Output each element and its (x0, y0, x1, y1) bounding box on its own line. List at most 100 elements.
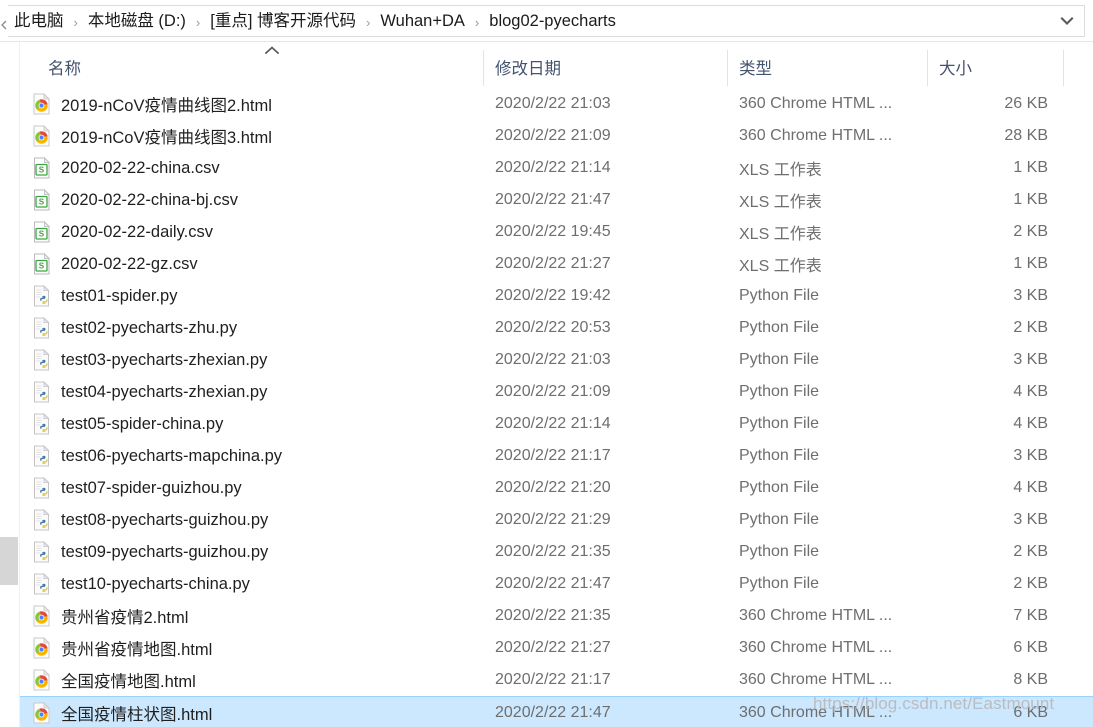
file-type-cell: Python File (739, 319, 820, 336)
file-name-cell[interactable]: test01-spider.py (32, 280, 177, 312)
table-row[interactable]: S 2020-02-22-china-bj.csv 2020/2/22 21:47 X… (20, 184, 1093, 216)
table-row[interactable]: 2019-nCoV疫情曲线图3.html 2020/2/22 21:09 360 C… (20, 120, 1093, 152)
table-row[interactable]: test10-pyecharts-china.py 2020/2/22 21:47… (20, 568, 1093, 600)
svg-text:S: S (39, 165, 45, 174)
file-name-cell[interactable]: test07-spider-guizhou.py (32, 472, 242, 504)
file-date-modified-cell: 2020/2/22 19:42 (495, 287, 611, 304)
column-header-name[interactable]: 名称 (48, 55, 81, 79)
file-size-cell: 3 KB (1013, 511, 1048, 528)
file-date-modified-cell: 2020/2/22 20:53 (495, 319, 611, 336)
file-size-cell: 4 KB (1013, 479, 1048, 496)
file-name-cell[interactable]: S 2020-02-22-daily.csv (32, 216, 213, 248)
file-date-modified-cell: 2020/2/22 21:47 (495, 191, 611, 208)
file-name-label: test02-pyecharts-zhu.py (61, 318, 238, 337)
column-divider-4[interactable] (1063, 50, 1064, 86)
file-name-cell[interactable]: test08-pyecharts-guizhou.py (32, 504, 268, 536)
file-size-cell: 2 KB (1013, 223, 1048, 240)
column-divider-2[interactable] (727, 50, 728, 86)
table-row[interactable]: 全国疫情地图.html 2020/2/22 21:17 360 Chrome HTM… (20, 664, 1093, 696)
breadcrumb-item-0[interactable]: 此电脑 (12, 13, 66, 30)
csv-spreadsheet-file-icon: S (32, 157, 52, 179)
table-row[interactable]: test05-spider-china.py 2020/2/22 21:14 Pyt… (20, 408, 1093, 440)
file-size-cell: 7 KB (1013, 607, 1048, 624)
table-row[interactable]: test03-pyecharts-zhexian.py 2020/2/22 21:… (20, 344, 1093, 376)
file-name-cell[interactable]: 2019-nCoV疫情曲线图2.html (32, 88, 272, 120)
file-type-cell: Python File (739, 447, 820, 464)
python-file-icon (32, 477, 52, 499)
file-name-label: 贵州省疫情2.html (61, 609, 189, 627)
file-name-cell[interactable]: test10-pyecharts-china.py (32, 568, 250, 600)
file-size-cell: 6 KB (1013, 639, 1048, 656)
column-divider-1[interactable] (483, 50, 484, 86)
csv-spreadsheet-file-icon: S (32, 221, 52, 243)
breadcrumb-item-4[interactable]: blog02-pyecharts (487, 13, 618, 30)
table-row[interactable]: test09-pyecharts-guizhou.py 2020/2/22 21:… (20, 536, 1093, 568)
file-name-cell[interactable]: S 2020-02-22-china-bj.csv (32, 184, 238, 216)
table-row[interactable]: 2019-nCoV疫情曲线图2.html 2020/2/22 21:03 360 C… (20, 88, 1093, 120)
file-size-cell: 1 KB (1013, 255, 1048, 272)
table-row[interactable]: test07-spider-guizhou.py 2020/2/22 21:20 P… (20, 472, 1093, 504)
svg-text:S: S (39, 197, 45, 206)
chrome-html-file-icon (32, 93, 52, 115)
file-size-cell: 3 KB (1013, 447, 1048, 464)
file-type-cell: XLS 工作表 (739, 226, 822, 243)
csv-spreadsheet-file-icon: S (32, 253, 52, 275)
file-list[interactable]: 2019-nCoV疫情曲线图2.html 2020/2/22 21:03 360 C… (20, 88, 1093, 727)
breadcrumb[interactable]: 此电脑 › 本地磁盘 (D:) › [重点] 博客开源代码 › Wuhan+DA › blog0… (12, 0, 618, 42)
table-row[interactable]: test04-pyecharts-zhexian.py 2020/2/22 21:… (20, 376, 1093, 408)
table-row[interactable]: 全国疫情柱状图.html 2020/2/22 21:47 360 Chrome HT… (20, 696, 1093, 727)
table-row[interactable]: 贵州省疫情2.html 2020/2/22 21:35 360 Chrome HTM… (20, 600, 1093, 632)
navigation-pane-edge (0, 42, 20, 727)
table-row[interactable]: S 2020-02-22-daily.csv 2020/2/22 19:45 XLS … (20, 216, 1093, 248)
sort-ascending-icon (261, 44, 283, 58)
file-date-modified-cell: 2020/2/22 21:17 (495, 671, 611, 688)
navigation-pane-scrollbar-thumb[interactable] (0, 537, 18, 585)
chrome-html-file-icon (32, 637, 52, 659)
table-row[interactable]: S 2020-02-22-gz.csv 2020/2/22 21:27 XLS 工作表… (20, 248, 1093, 280)
file-name-cell[interactable]: test09-pyecharts-guizhou.py (32, 536, 268, 568)
file-name-cell[interactable]: test06-pyecharts-mapchina.py (32, 440, 282, 472)
file-name-cell[interactable]: S 2020-02-22-gz.csv (32, 248, 198, 280)
file-size-cell: 28 KB (1004, 127, 1048, 144)
file-name-label: test09-pyecharts-guizhou.py (61, 542, 269, 561)
file-name-cell[interactable]: test04-pyecharts-zhexian.py (32, 376, 267, 408)
chrome-html-file-icon (32, 125, 52, 147)
address-bar[interactable]: 此电脑 › 本地磁盘 (D:) › [重点] 博客开源代码 › Wuhan+DA › blog0… (0, 0, 1093, 42)
file-type-cell: Python File (739, 479, 820, 496)
chevron-down-icon[interactable] (1058, 12, 1076, 30)
column-header-date-modified[interactable]: 修改日期 (495, 55, 561, 79)
file-date-modified-cell: 2020/2/22 21:14 (495, 159, 611, 176)
table-row[interactable]: S 2020-02-22-china.csv 2020/2/22 21:14 XLS … (20, 152, 1093, 184)
python-file-icon (32, 349, 52, 371)
file-size-cell: 8 KB (1013, 671, 1048, 688)
file-name-cell[interactable]: test03-pyecharts-zhexian.py (32, 344, 267, 376)
table-row[interactable]: 贵州省疫情地图.html 2020/2/22 21:27 360 Chrome HT… (20, 632, 1093, 664)
table-row[interactable]: test02-pyecharts-zhu.py 2020/2/22 20:53 Py… (20, 312, 1093, 344)
column-header-type[interactable]: 类型 (739, 55, 772, 79)
file-name-label: test06-pyecharts-mapchina.py (61, 446, 283, 465)
file-name-label: 全国疫情地图.html (61, 673, 196, 691)
breadcrumb-separator-icon: › (73, 14, 78, 30)
column-divider-3[interactable] (927, 50, 928, 86)
file-name-cell[interactable]: test05-spider-china.py (32, 408, 223, 440)
file-name-cell[interactable]: 贵州省疫情2.html (32, 600, 188, 632)
column-header-row: 名称 修改日期 类型 大小 (20, 42, 1093, 88)
file-type-cell: Python File (739, 575, 820, 592)
table-row[interactable]: test06-pyecharts-mapchina.py 2020/2/22 21… (20, 440, 1093, 472)
file-name-cell[interactable]: 全国疫情柱状图.html (32, 697, 212, 727)
file-name-cell[interactable]: 贵州省疫情地图.html (32, 632, 212, 664)
file-name-cell[interactable]: test02-pyecharts-zhu.py (32, 312, 237, 344)
breadcrumb-item-3[interactable]: Wuhan+DA (378, 13, 467, 30)
python-file-icon (32, 381, 52, 403)
file-name-label: 全国疫情柱状图.html (61, 706, 213, 724)
breadcrumb-item-1[interactable]: 本地磁盘 (D:) (86, 13, 188, 30)
file-name-cell[interactable]: S 2020-02-22-china.csv (32, 152, 220, 184)
column-header-size[interactable]: 大小 (939, 55, 972, 79)
file-name-cell[interactable]: 2019-nCoV疫情曲线图3.html (32, 120, 272, 152)
table-row[interactable]: test08-pyecharts-guizhou.py 2020/2/22 21:… (20, 504, 1093, 536)
file-name-cell[interactable]: 全国疫情地图.html (32, 664, 196, 696)
breadcrumb-item-2[interactable]: [重点] 博客开源代码 (208, 13, 358, 30)
file-name-label: 2020-02-22-china-bj.csv (61, 190, 239, 209)
table-row[interactable]: test01-spider.py 2020/2/22 19:42 Python Fi… (20, 280, 1093, 312)
file-type-cell: Python File (739, 383, 820, 400)
